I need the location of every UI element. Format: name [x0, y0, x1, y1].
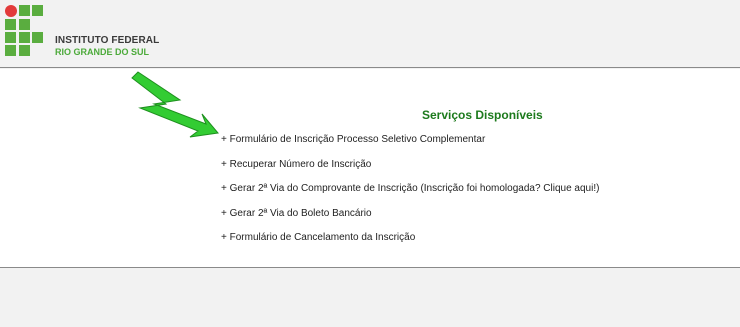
green-zigzag-arrow-icon: [131, 71, 219, 138]
site-header: INSTITUTO FEDERAL RIO GRANDE DO SUL: [0, 0, 740, 68]
service-link-bank-slip-copy[interactable]: + Gerar 2ª Via do Boleto Bancário: [221, 208, 599, 233]
brand-line2: RIO GRANDE DO SUL: [55, 47, 150, 57]
brand-name[interactable]: INSTITUTO FEDERAL RIO GRANDE DO SUL: [55, 35, 159, 58]
services-list: + Formulário de Inscrição Processo Selet…: [221, 134, 599, 257]
if-logo-icon[interactable]: [5, 5, 45, 57]
service-link-cancellation-form[interactable]: + Formulário de Cancelamento da Inscriçã…: [221, 232, 599, 257]
service-link-registration-form[interactable]: + Formulário de Inscrição Processo Selet…: [221, 134, 599, 159]
service-link-recover-registration-number[interactable]: + Recuperar Número de Inscrição: [221, 159, 599, 184]
brand-line1: INSTITUTO FEDERAL: [55, 35, 160, 46]
service-link-registration-receipt-copy[interactable]: + Gerar 2ª Via do Comprovante de Inscriç…: [221, 183, 599, 208]
services-title: Serviços Disponíveis: [422, 108, 543, 122]
